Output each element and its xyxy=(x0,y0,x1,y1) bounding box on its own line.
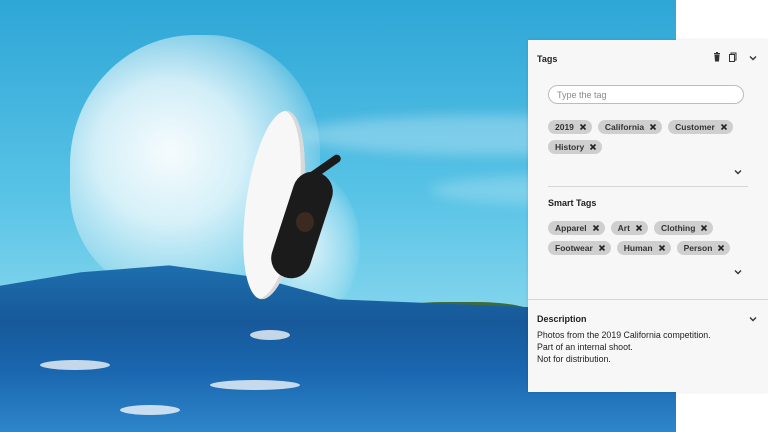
tag-label: California xyxy=(604,122,645,132)
description-line: Not for distribution. xyxy=(537,354,611,364)
foam xyxy=(40,360,110,370)
tag-label: Person xyxy=(683,243,713,253)
smart-tag-chip[interactable]: Person xyxy=(676,241,731,255)
close-icon[interactable] xyxy=(598,244,606,252)
tag-label: Footwear xyxy=(555,243,593,253)
tag-label: 2019 xyxy=(555,122,574,132)
tag-input[interactable] xyxy=(548,85,744,104)
close-icon[interactable] xyxy=(658,244,666,252)
tag-label: Apparel xyxy=(555,223,587,233)
trash-icon[interactable] xyxy=(712,52,722,62)
close-icon[interactable] xyxy=(592,224,600,232)
surfer-head xyxy=(296,212,314,232)
close-icon[interactable] xyxy=(717,244,725,252)
tags-actions xyxy=(712,52,738,62)
tag-label: History xyxy=(555,142,585,152)
tag-label: Art xyxy=(617,223,630,233)
tags-header: Tags xyxy=(537,52,758,66)
foam xyxy=(210,380,300,390)
close-icon[interactable] xyxy=(720,123,728,131)
tags-title: Tags xyxy=(537,54,558,64)
foam xyxy=(250,330,290,340)
close-icon[interactable] xyxy=(579,123,587,131)
description-line: Photos from the 2019 California competit… xyxy=(537,330,711,340)
close-icon[interactable] xyxy=(649,123,657,131)
tag-chip[interactable]: History xyxy=(548,140,603,154)
divider xyxy=(548,186,748,187)
divider xyxy=(528,299,768,300)
chevron-down-icon[interactable] xyxy=(748,53,758,63)
smart-tag-chip[interactable]: Clothing xyxy=(653,221,714,235)
chevron-down-icon[interactable] xyxy=(733,167,743,177)
tag-chip[interactable]: Customer xyxy=(668,120,733,134)
tag-list: 2019 California Customer History xyxy=(548,120,748,154)
tag-label: Customer xyxy=(675,122,715,132)
foam xyxy=(120,405,180,415)
smart-tag-chip[interactable]: Footwear xyxy=(548,241,611,255)
tag-chip[interactable]: 2019 xyxy=(548,120,592,134)
tag-label: Clothing xyxy=(660,223,696,233)
description-title: Description xyxy=(537,314,587,324)
smart-tag-chip[interactable]: Human xyxy=(616,241,671,255)
close-icon[interactable] xyxy=(700,224,708,232)
metadata-panel: Tags 2019 California Custo xyxy=(528,40,768,392)
smart-tag-chip[interactable]: Apparel xyxy=(548,221,605,235)
tag-chip[interactable]: California xyxy=(597,120,663,134)
smart-tag-list: Apparel Art Clothing Footwear Human Pers… xyxy=(548,221,748,255)
close-icon[interactable] xyxy=(635,224,643,232)
chevron-down-icon[interactable] xyxy=(748,314,758,324)
tag-label: Human xyxy=(623,243,653,253)
smart-tags-title: Smart Tags xyxy=(548,198,597,208)
smart-tag-chip[interactable]: Art xyxy=(610,221,648,235)
description-line: Part of an internal shoot. xyxy=(537,342,633,352)
close-icon[interactable] xyxy=(589,143,597,151)
chevron-down-icon[interactable] xyxy=(733,267,743,277)
description-text: Photos from the 2019 California competit… xyxy=(537,329,757,365)
copy-icon[interactable] xyxy=(728,52,738,62)
